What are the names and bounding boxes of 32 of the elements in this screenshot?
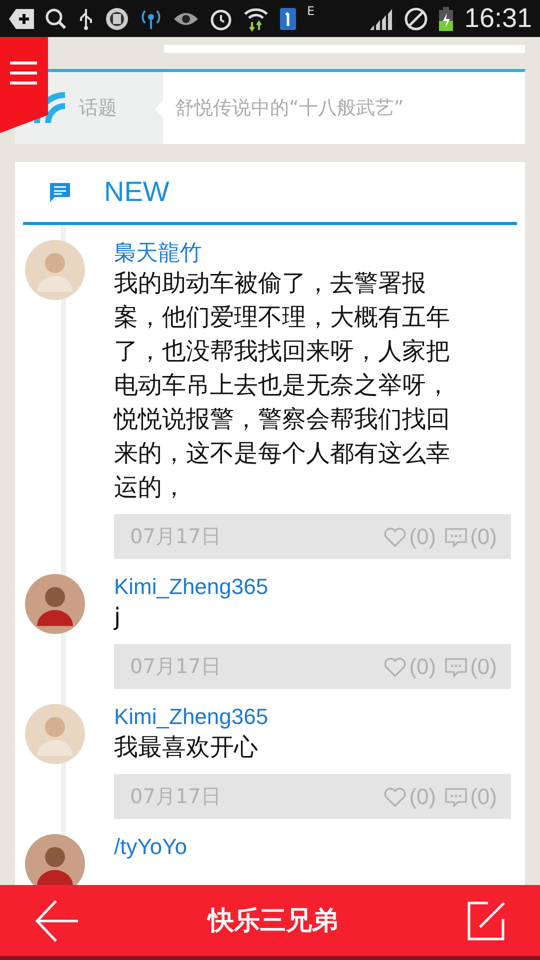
no-disturb-icon xyxy=(404,6,428,30)
heart-icon xyxy=(383,656,408,678)
edit-icon[interactable] xyxy=(466,900,506,940)
network-type: E xyxy=(307,4,315,18)
wifi-icon xyxy=(243,6,269,32)
heart-icon xyxy=(383,786,408,808)
user-name[interactable]: 梟天龍竹 xyxy=(114,240,511,266)
app-icon xyxy=(105,6,129,30)
battery-icon xyxy=(438,6,454,30)
clock: 16:31 xyxy=(464,3,532,34)
avatar[interactable] xyxy=(25,574,85,634)
user-name[interactable]: Kimi_Zheng365 xyxy=(114,574,511,600)
comment-icon xyxy=(444,656,468,678)
menu-icon[interactable] xyxy=(0,37,48,133)
topic-title: 舒悦传说中的“十八般武艺” xyxy=(174,96,404,121)
topic-card[interactable]: 话题 舒悦传说中的“十八般武艺” xyxy=(15,69,525,144)
comment-icon xyxy=(444,786,468,808)
notification-icon xyxy=(8,6,35,30)
comment-text: j xyxy=(114,602,122,633)
heart-icon xyxy=(383,526,408,548)
sim-icon xyxy=(279,6,297,30)
user-name[interactable]: Kimi_Zheng365 xyxy=(114,704,511,730)
comment-text: 我最喜欢开心 xyxy=(114,732,259,763)
topic-label: 话题 xyxy=(79,96,117,121)
user-name[interactable]: /tyYoYo xyxy=(114,834,511,860)
section-heading: NEW xyxy=(104,176,170,208)
search-icon xyxy=(45,8,67,30)
page-title: 快乐三兄弟 xyxy=(206,905,339,938)
usb-icon xyxy=(77,6,95,30)
comment-icon xyxy=(444,526,468,548)
message-icon xyxy=(50,182,70,202)
comment-text: 我的助动车被偷了，去警署报案，他们爱理不理，大概有五年了，也没帮我找回来呀，人家把电动车吊上去也是无奈之举呀，悦悦说报警，警察会帮我们找回来的，这不是每个人都有这么幸运的， xyxy=(114,268,451,503)
